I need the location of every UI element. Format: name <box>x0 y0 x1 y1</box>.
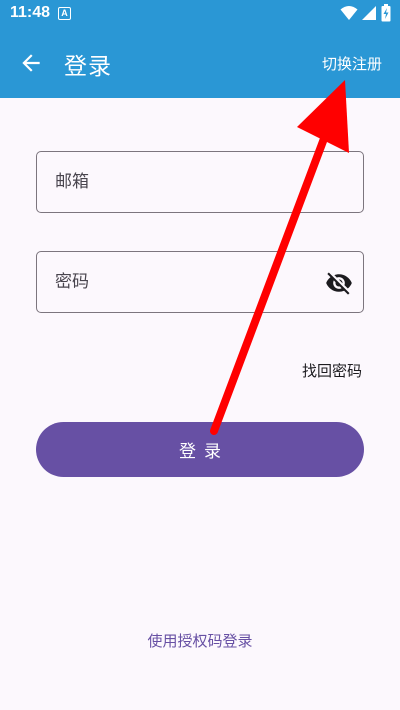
email-field-container <box>36 151 364 213</box>
wifi-icon <box>340 6 358 20</box>
login-screen: 11:48 A 登录 切换注册 找回密码 登录 使用授权 <box>0 0 400 710</box>
password-field-container <box>36 251 364 313</box>
annotation-arrow <box>210 80 349 435</box>
forgot-password-link[interactable]: 找回密码 <box>302 360 362 381</box>
switch-register-button[interactable]: 切换注册 <box>322 53 382 74</box>
arrow-left-icon[interactable] <box>18 50 44 76</box>
auth-code-login-link[interactable]: 使用授权码登录 <box>0 630 400 651</box>
app-bar: 登录 切换注册 <box>0 28 400 98</box>
status-time: 11:48 <box>10 4 51 21</box>
eye-off-icon[interactable] <box>325 269 353 297</box>
page-title: 登录 <box>64 54 112 80</box>
battery-charging-icon <box>381 4 391 22</box>
notification-a-icon: A <box>58 7 71 20</box>
password-field[interactable] <box>37 252 363 312</box>
email-field[interactable] <box>37 152 363 212</box>
status-bar: 11:48 A <box>0 0 400 28</box>
signal-icon <box>362 6 376 20</box>
login-button[interactable]: 登录 <box>36 422 364 477</box>
